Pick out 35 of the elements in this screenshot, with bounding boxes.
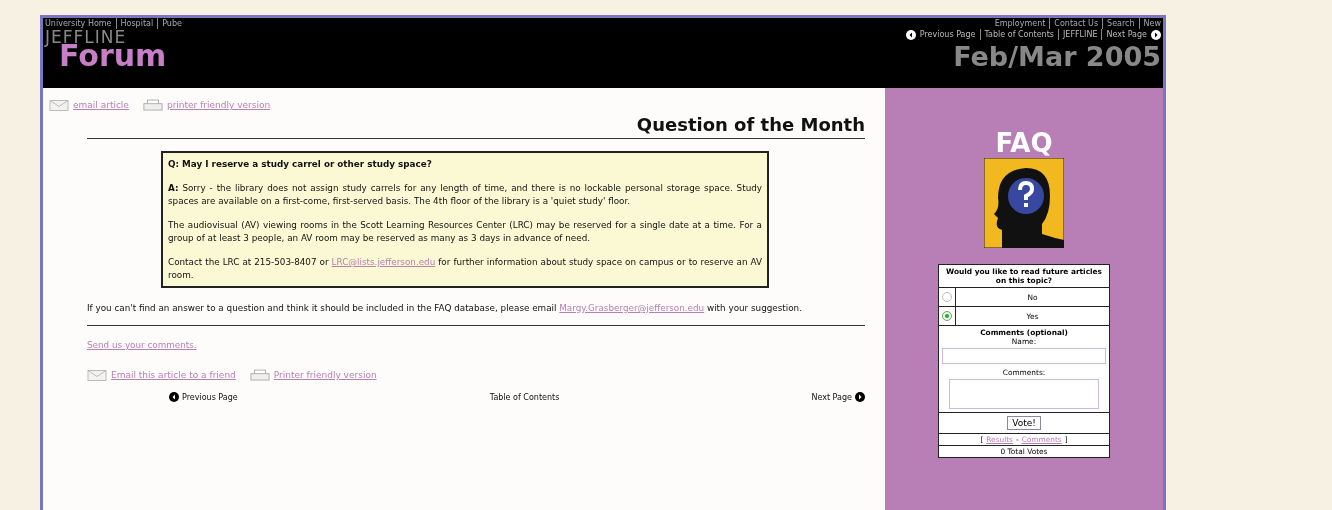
envelope-icon[interactable] bbox=[49, 98, 69, 112]
printer-icon[interactable] bbox=[142, 98, 163, 112]
nav-link[interactable]: Next Page bbox=[1101, 29, 1147, 40]
arrow-right-icon[interactable] bbox=[855, 392, 865, 402]
comments-field[interactable] bbox=[949, 379, 1099, 409]
header-link[interactable]: University Home bbox=[45, 18, 112, 29]
issue-date: Feb/Mar 2005 bbox=[953, 40, 1161, 74]
name-field[interactable] bbox=[942, 348, 1106, 364]
vote-button[interactable]: Vote! bbox=[1007, 416, 1041, 430]
nav-link[interactable]: Table of Contents bbox=[979, 29, 1054, 40]
page-title: Question of the Month bbox=[635, 114, 865, 136]
header-link[interactable]: Hospital bbox=[115, 18, 154, 29]
sidebar-title: FAQ bbox=[995, 128, 1053, 158]
nav-link[interactable]: JEFFLINE bbox=[1057, 29, 1098, 40]
header-link[interactable]: Search bbox=[1102, 18, 1135, 29]
radio-button[interactable] bbox=[942, 292, 952, 302]
contact-paragraph: Contact the LRC at 215-503-8407 or LRC@lists.jefferson.edu for further information about study space on campus or to reserve an AV room. bbox=[168, 256, 762, 282]
nav-link[interactable]: Next Page bbox=[811, 392, 852, 402]
printer-icon[interactable] bbox=[249, 368, 270, 382]
arrow-right-icon[interactable] bbox=[1151, 29, 1161, 40]
header-link[interactable]: Pube bbox=[157, 18, 182, 29]
answer-paragraph: A: Sorry - the library does not assign study carrels for any length of time, and there is no lockable personal storage space. Study spaces are available on a first-come, first-served basis. The 4th floor of the library is a 'quiet study' floor. bbox=[168, 182, 762, 208]
header-link[interactable]: Employment bbox=[994, 18, 1046, 29]
arrow-left-icon[interactable] bbox=[905, 29, 916, 40]
radio-button[interactable] bbox=[942, 311, 952, 321]
nav-link[interactable]: Previous Page bbox=[919, 29, 976, 40]
faq-note: If you can't find an answer to a question and think it should be included in the FAQ database, please email Margy.Grasberger@jefferson.edu with your suggestion. bbox=[87, 302, 803, 314]
envelope-icon[interactable] bbox=[87, 368, 107, 382]
question-text: Q: May I reserve a study carrel or other study space? bbox=[168, 158, 433, 171]
nav-link[interactable]: Previous Page bbox=[182, 392, 238, 402]
answer-paragraph: The audiovisual (AV) viewing rooms in the Scott Learning Resources Center (LRC) may be reserved for a single date at a time. For a group of at least 3 people, an AV room may be reserved as many as 3 days in advance of need. bbox=[168, 219, 762, 245]
header-link[interactable]: New bbox=[1138, 18, 1161, 29]
nav-link[interactable]: Table of Contents bbox=[489, 392, 560, 402]
arrow-left-icon[interactable] bbox=[169, 392, 179, 402]
header-link[interactable]: Contact Us bbox=[1049, 18, 1099, 29]
